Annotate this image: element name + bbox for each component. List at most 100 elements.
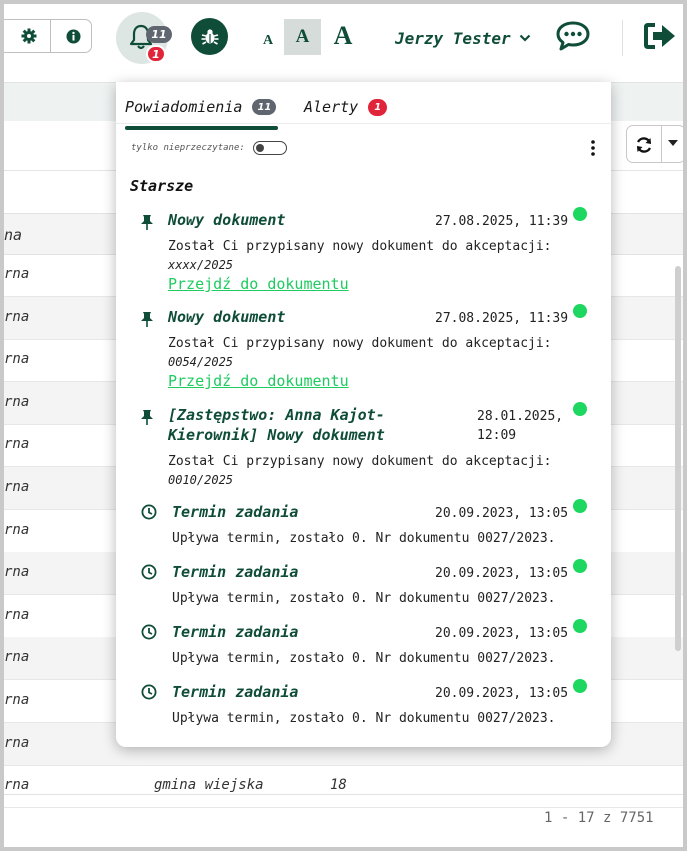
clock-icon [141,564,157,580]
notifications-popup: Powiadomienia 11 Alerty 1 tylko nieprzec… [116,82,611,747]
font-size-medium-button[interactable]: A [284,19,321,55]
refresh-dropdown-caret-icon[interactable] [668,140,678,146]
settings-button[interactable] [7,20,51,52]
notification-date: 20.09.2023, 13:05 [435,686,569,701]
table-cell: rna [4,777,30,794]
table-cell: 18 [330,777,347,794]
notification-title: Nowy dokument [168,308,286,326]
more-options-icon[interactable] [591,140,595,156]
unread-indicator [573,207,587,221]
table-cell: rna [4,734,30,751]
bug-icon [201,28,218,45]
chat-icon[interactable] [556,21,590,51]
notification-date: 20.09.2023, 13:05 [435,626,569,641]
pin-icon [141,215,153,230]
settings-info-group [4,19,92,53]
notification-date-line1: 28.01.2025, [477,409,564,424]
notification-body: Upływa termin, zostało 0. Nr dokumentu 0… [172,531,556,546]
notifications-count-badge: 11 [146,26,172,43]
table-cell: rna [4,436,30,453]
notification-body: Upływa termin, zostało 0. Nr dokumentu 0… [172,711,556,726]
notification-date: 20.09.2023, 13:05 [435,506,569,521]
info-button[interactable] [51,20,95,52]
notification-title-line2: Kierownik] Nowy dokument [168,426,385,444]
table-cell: rna [4,393,30,410]
toggle-knob [255,143,264,152]
unread-filter-label: tylko nieprzeczytane: [131,143,245,153]
unread-filter: tylko nieprzeczytane: [131,141,287,155]
refresh-divider [661,126,662,162]
logout-icon[interactable] [644,22,676,50]
notification-doc-number: xxxx/2025 [168,258,234,272]
table-cell: rna [4,351,30,368]
tab-notifications-badge: 11 [252,99,277,115]
font-size-large-button[interactable]: A [326,18,360,54]
top-header: 11 1 A A A Jerzy Tester [4,4,683,83]
info-icon [66,29,80,43]
notification-body: Został Ci przypisany nowy dokument do ak… [168,239,552,254]
refresh-button-group[interactable] [626,125,683,163]
header-separator [622,20,623,56]
clock-icon [141,504,157,520]
tab-alerts-badge: 1 [368,98,388,116]
active-tab-indicator [125,126,278,130]
table-cell: gmina wiejska [154,777,264,794]
pagination-info: 1 - 17 z 7751 [544,810,654,826]
app-frame: 11 1 A A A Jerzy Tester na rna rna rna r… [4,4,683,847]
tab-alerts-label: Alerty [304,98,359,116]
gear-icon [21,28,37,44]
tab-notifications[interactable]: Powiadomienia 11 [125,98,277,116]
tab-alerts[interactable]: Alerty 1 [304,98,388,116]
table-cell: rna [4,521,30,538]
table-scrollbar-thumb[interactable] [675,266,681,651]
notification-date: 27.08.2025, 11:39 [435,311,569,326]
clock-icon [141,624,157,640]
user-menu[interactable]: Jerzy Tester [395,26,531,50]
table-row[interactable]: rna gmina wiejska 18 [4,765,683,809]
section-title-older: Starsze [130,177,194,195]
notification-body: Upływa termin, zostało 0. Nr dokumentu 0… [172,591,556,606]
table-cell: rna [4,649,30,666]
notifications-button[interactable]: 11 1 [116,12,172,64]
notification-date: 20.09.2023, 13:05 [435,566,569,581]
notification-title: Termin zadania [172,563,299,581]
notification-body: Upływa termin, zostało 0. Nr dokumentu 0… [172,651,556,666]
column-header[interactable]: na [4,226,22,244]
unread-indicator [573,559,587,573]
notification-title: Nowy dokument [168,211,286,229]
unread-indicator [573,499,587,513]
table-cell: rna [4,564,30,581]
notification-doc-number: 0054/2025 [168,355,234,369]
go-to-document-link[interactable]: Przejdź do dokumentu [168,372,349,390]
notification-date-line2: 12:09 [477,428,517,443]
notification-doc-number: 0010/2025 [168,473,234,487]
refresh-icon [636,137,652,153]
unread-indicator [573,619,587,633]
notification-title: Termin zadania [172,623,299,641]
unread-indicator [573,679,587,693]
clock-icon [141,684,157,700]
go-to-document-link[interactable]: Przejdź do dokumentu [168,275,349,293]
table-bottom-divider [4,794,683,795]
pin-icon [141,312,153,327]
notification-title: Termin zadania [172,503,299,521]
report-bug-button[interactable] [191,18,228,55]
tabs-divider [116,123,611,124]
notification-date: 27.08.2025, 11:39 [435,214,569,229]
unread-only-toggle[interactable] [252,141,287,155]
pin-icon [141,410,153,425]
font-size-small-button[interactable]: A [258,26,278,56]
unread-indicator [573,402,587,416]
table-cell: rna [4,266,30,282]
alerts-count-badge: 1 [146,45,166,63]
notification-title-line1: [Zastępstwo: Anna Kajot- [168,406,385,424]
table-cell: rna [4,606,30,623]
chevron-down-icon [519,34,530,42]
table-cell: rna [4,308,30,325]
table-cell: rna [4,479,30,495]
notification-title: Termin zadania [172,683,299,701]
notification-body: Został Ci przypisany nowy dokument do ak… [168,454,552,469]
user-name: Jerzy Tester [395,28,511,48]
notification-body: Został Ci przypisany nowy dokument do ak… [168,336,552,351]
unread-indicator [573,304,587,318]
